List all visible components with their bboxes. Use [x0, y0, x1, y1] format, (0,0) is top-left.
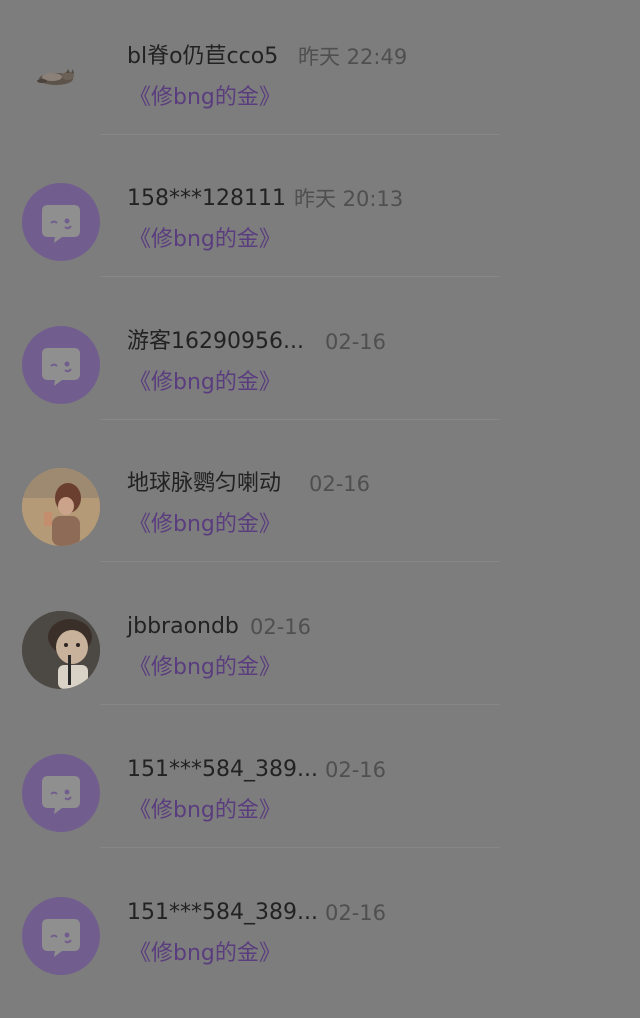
- user-name[interactable]: 游客16290956...: [127, 327, 304, 357]
- comment-list: bl脊o仍苣cco5 昨天 22:49 《修bng的金》 158***12811…: [0, 0, 640, 1018]
- comment-item[interactable]: 158***128111 昨天 20:13 《修bng的金》: [0, 122, 640, 277]
- work-title-link[interactable]: 《修bng的金》: [129, 939, 281, 969]
- work-title-link[interactable]: 《修bng的金》: [129, 368, 281, 398]
- comment-item[interactable]: 151***584_389... 02-16 《修bng的金》: [0, 836, 640, 979]
- user-avatar[interactable]: [22, 754, 100, 832]
- comment-item[interactable]: 地球脉鹦匀喇动 02-16 《修bng的金》: [0, 407, 640, 562]
- comment-time: 02-16: [325, 901, 387, 925]
- work-title-link[interactable]: 《修bng的金》: [129, 510, 281, 540]
- work-title-link[interactable]: 《修bng的金》: [129, 83, 281, 113]
- comment-time: 昨天 20:13: [294, 187, 404, 211]
- user-avatar[interactable]: [22, 611, 100, 689]
- comment-item[interactable]: jbbraondb 02-16 《修bng的金》: [0, 550, 640, 705]
- comment-item[interactable]: 151***584_389... 02-16 《修bng的金》: [0, 693, 640, 848]
- comment-time: 02-16: [325, 758, 387, 782]
- comment-time: 02-16: [309, 472, 371, 496]
- cat-photo-icon: [37, 69, 74, 85]
- user-name[interactable]: bl脊o仍苣cco5: [127, 42, 278, 72]
- user-avatar[interactable]: [22, 897, 100, 975]
- chat-bubble-icon: [42, 776, 80, 814]
- chat-bubble-icon: [42, 348, 80, 386]
- user-avatar[interactable]: [22, 468, 100, 546]
- user-avatar[interactable]: [22, 41, 100, 119]
- work-title-link[interactable]: 《修bng的金》: [129, 796, 281, 826]
- user-avatar[interactable]: [22, 183, 100, 261]
- user-name[interactable]: 158***128111: [127, 184, 286, 214]
- comment-item[interactable]: 游客16290956... 02-16 《修bng的金》: [0, 265, 640, 420]
- user-avatar[interactable]: [22, 326, 100, 404]
- user-name[interactable]: 151***584_389...: [127, 755, 318, 785]
- user-name[interactable]: 地球脉鹦匀喇动: [127, 469, 281, 499]
- child-photo-icon: [22, 611, 100, 689]
- girl-photo-icon: [22, 468, 100, 546]
- comment-time: 昨天 22:49: [298, 45, 408, 69]
- comment-time: 02-16: [325, 330, 387, 354]
- user-name[interactable]: jbbraondb: [127, 612, 239, 642]
- chat-bubble-icon: [42, 205, 80, 243]
- user-name[interactable]: 151***584_389...: [127, 898, 318, 928]
- work-title-link[interactable]: 《修bng的金》: [129, 653, 281, 683]
- comment-item[interactable]: bl脊o仍苣cco5 昨天 22:49 《修bng的金》: [0, 0, 640, 135]
- work-title-link[interactable]: 《修bng的金》: [129, 225, 281, 255]
- chat-bubble-icon: [42, 919, 80, 957]
- comment-time: 02-16: [250, 615, 312, 639]
